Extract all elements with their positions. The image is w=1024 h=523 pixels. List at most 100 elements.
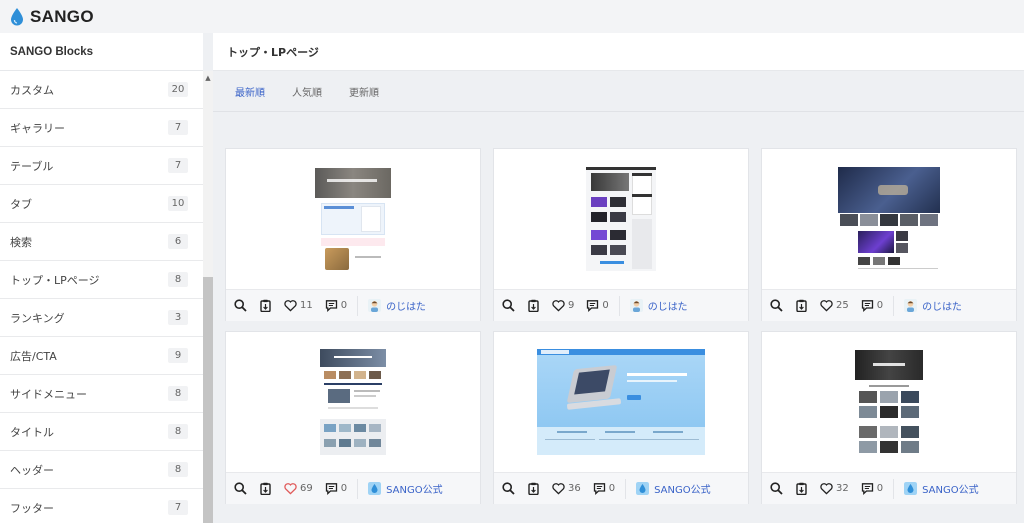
copy-clipboard-icon[interactable] xyxy=(795,482,808,495)
comment-icon[interactable] xyxy=(325,299,338,312)
sidebar-item-label: 検索 xyxy=(10,235,32,249)
heart-icon[interactable] xyxy=(552,299,565,312)
author-link[interactable]: のじはた xyxy=(904,298,962,313)
heart-icon[interactable] xyxy=(820,482,833,495)
sidebar-item-count: 7 xyxy=(168,120,188,135)
like-count: 36 xyxy=(568,483,581,494)
sidebar-item-label: トップ・LPページ xyxy=(10,273,100,287)
sidebar-item-header[interactable]: ヘッダー 8 xyxy=(0,451,203,489)
comment-icon[interactable] xyxy=(325,482,338,495)
block-preview-image[interactable] xyxy=(762,149,1016,289)
author-link[interactable]: のじはた xyxy=(368,298,426,313)
card-action-bar: 32 0 SANGO公式 xyxy=(762,472,1016,504)
sidebar-item-label: ヘッダー xyxy=(10,463,54,477)
divider xyxy=(893,295,895,316)
author-link[interactable]: SANGO公式 xyxy=(636,481,711,496)
sidebar-item-label: 広告/CTA xyxy=(10,349,57,363)
divider xyxy=(893,478,895,499)
scrollbar-thumb[interactable] xyxy=(203,277,213,523)
heart-icon[interactable] xyxy=(284,299,297,312)
heart-icon[interactable] xyxy=(284,482,297,495)
sidebar-item-footer[interactable]: フッター 7 xyxy=(0,489,203,523)
preview-thumbnail xyxy=(315,168,391,270)
block-card[interactable]: 11 0 のじはた xyxy=(225,148,481,321)
comment-icon[interactable] xyxy=(861,299,874,312)
app-logo-text[interactable]: SANGO xyxy=(30,7,94,27)
sidebar-scrollbar[interactable]: ▲ xyxy=(203,71,213,523)
block-card[interactable]: 25 0 のじはた xyxy=(761,148,1017,321)
sidebar-item-top-lp[interactable]: トップ・LPページ 8 xyxy=(0,261,203,299)
sidebar-item-ad-cta[interactable]: 広告/CTA 9 xyxy=(0,337,203,375)
page-title: トップ・LPページ xyxy=(213,33,1024,71)
zoom-icon[interactable] xyxy=(234,482,247,495)
copy-clipboard-icon[interactable] xyxy=(259,482,272,495)
block-preview-image[interactable] xyxy=(494,149,748,289)
preview-thumbnail xyxy=(537,349,705,455)
sidebar-item-count: 8 xyxy=(168,272,188,287)
block-card[interactable]: 69 0 SANGO公式 xyxy=(225,331,481,504)
copy-clipboard-icon[interactable] xyxy=(527,299,540,312)
divider xyxy=(357,478,359,499)
block-preview-image[interactable] xyxy=(494,332,748,472)
sidebar-title: SANGO Blocks xyxy=(0,33,203,71)
block-card[interactable]: 9 0 のじはた xyxy=(493,148,749,321)
sidebar-item-custom[interactable]: カスタム 20 xyxy=(0,71,203,109)
card-action-bar: 9 0 のじはた xyxy=(494,289,748,321)
water-drop-icon xyxy=(11,7,23,25)
sidebar-item-side-menu[interactable]: サイドメニュー 8 xyxy=(0,375,203,413)
copy-clipboard-icon[interactable] xyxy=(795,299,808,312)
zoom-icon[interactable] xyxy=(502,482,515,495)
sidebar-item-label: タブ xyxy=(10,197,32,211)
comment-icon[interactable] xyxy=(593,482,606,495)
preview-thumbnail xyxy=(855,350,923,454)
tab-updated[interactable]: 更新順 xyxy=(349,84,379,99)
like-count: 9 xyxy=(568,300,575,311)
author-link[interactable]: SANGO公式 xyxy=(904,481,979,496)
sidebar-item-gallery[interactable]: ギャラリー 7 xyxy=(0,109,203,147)
author-name: SANGO公式 xyxy=(654,485,711,496)
sidebar-item-count: 20 xyxy=(168,82,188,97)
divider xyxy=(625,478,627,499)
tab-popular[interactable]: 人気順 xyxy=(292,84,322,99)
comment-icon[interactable] xyxy=(861,482,874,495)
sidebar-item-count: 7 xyxy=(168,500,188,515)
zoom-icon[interactable] xyxy=(234,299,247,312)
zoom-icon[interactable] xyxy=(502,299,515,312)
zoom-icon[interactable] xyxy=(770,299,783,312)
author-link[interactable]: SANGO公式 xyxy=(368,481,443,496)
block-preview-image[interactable] xyxy=(226,332,480,472)
comment-count: 0 xyxy=(608,483,616,494)
sidebar-item-table[interactable]: テーブル 7 xyxy=(0,147,203,185)
sango-drop-avatar xyxy=(368,482,382,495)
sidebar-item-count: 7 xyxy=(168,158,188,173)
top-bar: SANGO xyxy=(0,0,1024,33)
block-card[interactable]: 36 0 SANGO公式 xyxy=(493,331,749,504)
block-card[interactable]: 32 0 SANGO公式 xyxy=(761,331,1017,504)
author-name: SANGO公式 xyxy=(922,485,979,496)
sidebar-item-search[interactable]: 検索 6 xyxy=(0,223,203,261)
copy-clipboard-icon[interactable] xyxy=(527,482,540,495)
sidebar-item-ranking[interactable]: ランキング 3 xyxy=(0,299,203,337)
author-link[interactable]: のじはた xyxy=(629,298,688,313)
heart-icon[interactable] xyxy=(552,482,565,495)
tab-newest[interactable]: 最新順 xyxy=(235,84,265,99)
divider xyxy=(357,295,359,316)
comment-icon[interactable] xyxy=(586,299,599,312)
sidebar-item-count: 8 xyxy=(168,462,188,477)
scroll-up-arrow-icon[interactable]: ▲ xyxy=(203,74,213,82)
like-count: 32 xyxy=(836,483,849,494)
block-preview-image[interactable] xyxy=(762,332,1016,472)
block-preview-image[interactable] xyxy=(226,149,480,289)
zoom-icon[interactable] xyxy=(770,482,783,495)
sidebar-item-label: テーブル xyxy=(10,159,54,173)
preview-thumbnail xyxy=(320,349,386,455)
sidebar-item-tab[interactable]: タブ 10 xyxy=(0,185,203,223)
sidebar-item-label: ランキング xyxy=(10,311,65,325)
sidebar-item-count: 9 xyxy=(168,348,188,363)
sidebar-item-label: カスタム xyxy=(10,83,54,97)
sidebar-item-title[interactable]: タイトル 8 xyxy=(0,413,203,451)
heart-icon[interactable] xyxy=(820,299,833,312)
preview-thumbnail xyxy=(838,167,940,271)
sidebar-item-label: タイトル xyxy=(10,425,54,439)
copy-clipboard-icon[interactable] xyxy=(259,299,272,312)
